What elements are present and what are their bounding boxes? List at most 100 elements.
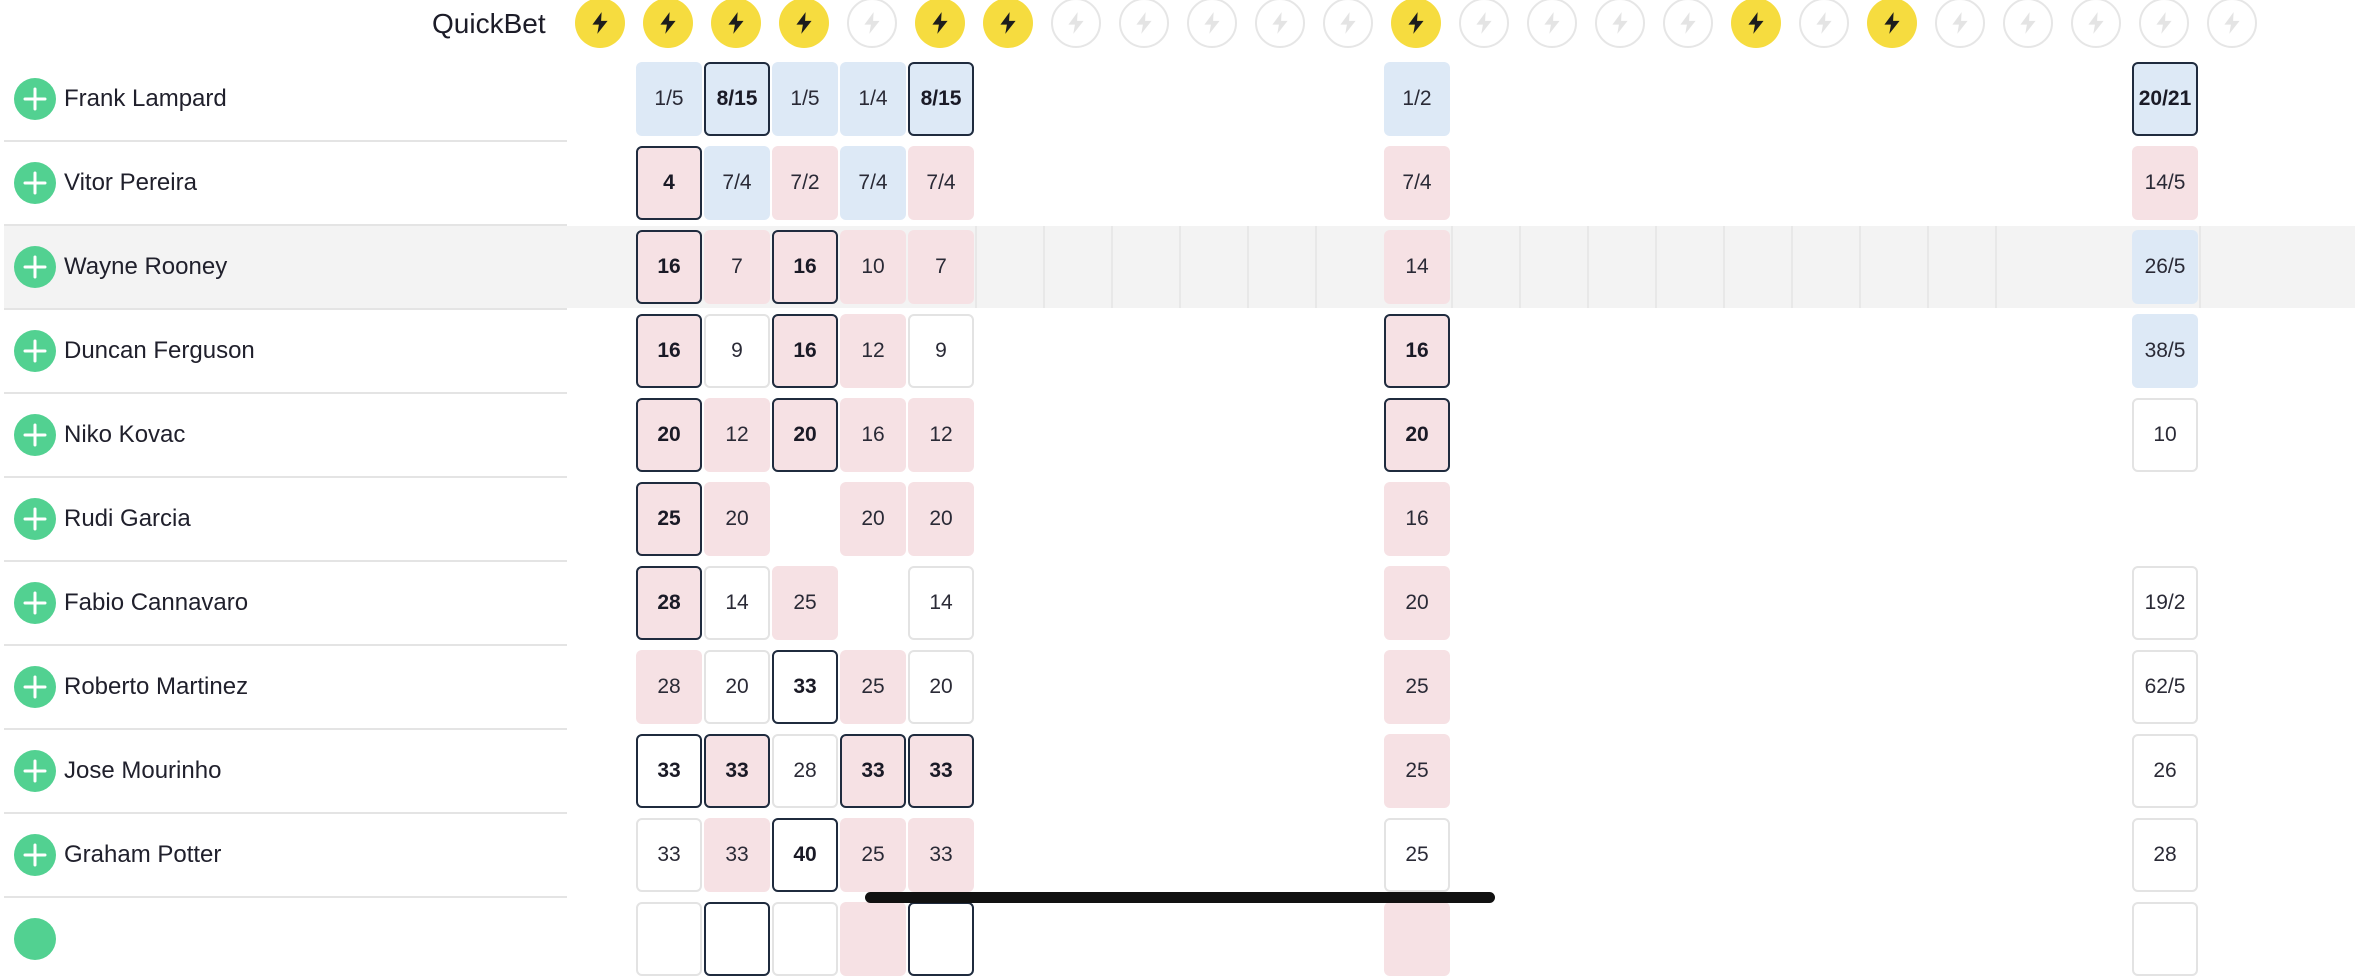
- odds-cell[interactable]: 12: [704, 398, 770, 472]
- odds-cell[interactable]: 38/5: [2132, 314, 2198, 388]
- quickbet-bolt-icon[interactable]: [1051, 0, 1101, 48]
- odds-cell[interactable]: [636, 902, 702, 976]
- add-selection-button[interactable]: [14, 834, 56, 876]
- quickbet-bolt-icon[interactable]: [1391, 0, 1441, 48]
- odds-cell[interactable]: 1/2: [1384, 62, 1450, 136]
- odds-cell[interactable]: 20: [840, 482, 906, 556]
- best-odds-cell[interactable]: 33: [908, 734, 974, 808]
- quickbet-bolt-icon[interactable]: [2003, 0, 2053, 48]
- quickbet-bolt-icon[interactable]: [1323, 0, 1373, 48]
- best-odds-cell[interactable]: 33: [636, 734, 702, 808]
- odds-cell[interactable]: 33: [636, 818, 702, 892]
- best-odds-cell[interactable]: 20: [636, 398, 702, 472]
- odds-cell[interactable]: 14: [1384, 230, 1450, 304]
- quickbet-bolt-icon[interactable]: [779, 0, 829, 48]
- quickbet-bolt-icon[interactable]: [1459, 0, 1509, 48]
- best-odds-cell[interactable]: 20: [772, 398, 838, 472]
- quickbet-bolt-icon[interactable]: [575, 0, 625, 48]
- add-selection-button[interactable]: [14, 750, 56, 792]
- quickbet-bolt-icon[interactable]: [1119, 0, 1169, 48]
- odds-cell[interactable]: 1/4: [840, 62, 906, 136]
- odds-cell[interactable]: 12: [840, 314, 906, 388]
- quickbet-bolt-icon[interactable]: [711, 0, 761, 48]
- home-indicator-bar[interactable]: [865, 892, 1495, 903]
- odds-cell[interactable]: 25: [1384, 734, 1450, 808]
- quickbet-bolt-icon[interactable]: [847, 0, 897, 48]
- odds-cell[interactable]: 26: [2132, 734, 2198, 808]
- quickbet-bolt-icon[interactable]: [2139, 0, 2189, 48]
- odds-cell[interactable]: 20: [704, 650, 770, 724]
- best-odds-cell[interactable]: 16: [636, 230, 702, 304]
- best-odds-cell[interactable]: 25: [636, 482, 702, 556]
- add-selection-button[interactable]: [14, 498, 56, 540]
- best-odds-cell[interactable]: 4: [636, 146, 702, 220]
- odds-cell[interactable]: 12: [908, 398, 974, 472]
- add-selection-button[interactable]: [14, 582, 56, 624]
- odds-cell[interactable]: 26/5: [2132, 230, 2198, 304]
- odds-cell[interactable]: 14/5: [2132, 146, 2198, 220]
- odds-cell[interactable]: 7: [704, 230, 770, 304]
- best-odds-cell[interactable]: 20: [1384, 398, 1450, 472]
- odds-cell[interactable]: [704, 902, 770, 976]
- add-selection-button[interactable]: [14, 918, 56, 960]
- odds-cell[interactable]: 10: [840, 230, 906, 304]
- odds-cell[interactable]: 7/4: [1384, 146, 1450, 220]
- quickbet-bolt-icon[interactable]: [2207, 0, 2257, 48]
- odds-cell[interactable]: 9: [704, 314, 770, 388]
- quickbet-bolt-icon[interactable]: [1731, 0, 1781, 48]
- odds-cell[interactable]: 25: [840, 650, 906, 724]
- odds-cell[interactable]: 9: [908, 314, 974, 388]
- best-odds-cell[interactable]: 33: [772, 650, 838, 724]
- quickbet-bolt-icon[interactable]: [1527, 0, 1577, 48]
- best-odds-cell[interactable]: 8/15: [704, 62, 770, 136]
- odds-cell[interactable]: 28: [772, 734, 838, 808]
- odds-cell[interactable]: 20: [908, 482, 974, 556]
- best-odds-cell[interactable]: 16: [1384, 314, 1450, 388]
- odds-cell[interactable]: [840, 902, 906, 976]
- add-selection-button[interactable]: [14, 414, 56, 456]
- quickbet-bolt-icon[interactable]: [1663, 0, 1713, 48]
- quickbet-bolt-icon[interactable]: [1255, 0, 1305, 48]
- quickbet-bolt-icon[interactable]: [643, 0, 693, 48]
- odds-cell[interactable]: 20: [704, 482, 770, 556]
- quickbet-bolt-icon[interactable]: [983, 0, 1033, 48]
- odds-cell[interactable]: 10: [2132, 398, 2198, 472]
- odds-cell[interactable]: 25: [772, 566, 838, 640]
- add-selection-button[interactable]: [14, 246, 56, 288]
- odds-cell[interactable]: 7/4: [840, 146, 906, 220]
- best-odds-cell[interactable]: 28: [636, 566, 702, 640]
- odds-cell[interactable]: [1384, 902, 1450, 976]
- odds-cell[interactable]: 7/4: [908, 146, 974, 220]
- quickbet-bolt-icon[interactable]: [915, 0, 965, 48]
- add-selection-button[interactable]: [14, 78, 56, 120]
- odds-cell[interactable]: 1/5: [772, 62, 838, 136]
- odds-cell[interactable]: [908, 902, 974, 976]
- best-odds-cell[interactable]: 33: [704, 734, 770, 808]
- odds-cell[interactable]: 25: [1384, 650, 1450, 724]
- odds-cell[interactable]: 25: [840, 818, 906, 892]
- odds-cell[interactable]: 7/4: [704, 146, 770, 220]
- odds-cell[interactable]: 1/5: [636, 62, 702, 136]
- odds-cell[interactable]: 28: [636, 650, 702, 724]
- best-odds-cell[interactable]: 20/21: [2132, 62, 2198, 136]
- odds-cell[interactable]: 19/2: [2132, 566, 2198, 640]
- odds-cell[interactable]: 20: [908, 650, 974, 724]
- best-odds-cell[interactable]: 33: [840, 734, 906, 808]
- best-odds-cell[interactable]: 16: [772, 230, 838, 304]
- odds-cell[interactable]: 20: [1384, 566, 1450, 640]
- odds-cell[interactable]: 25: [1384, 818, 1450, 892]
- odds-cell[interactable]: 33: [704, 818, 770, 892]
- best-odds-cell[interactable]: 40: [772, 818, 838, 892]
- odds-cell[interactable]: [2132, 902, 2198, 976]
- odds-cell[interactable]: 16: [840, 398, 906, 472]
- quickbet-bolt-icon[interactable]: [2071, 0, 2121, 48]
- add-selection-button[interactable]: [14, 162, 56, 204]
- quickbet-bolt-icon[interactable]: [1867, 0, 1917, 48]
- best-odds-cell[interactable]: 8/15: [908, 62, 974, 136]
- odds-cell[interactable]: 14: [704, 566, 770, 640]
- add-selection-button[interactable]: [14, 666, 56, 708]
- quickbet-bolt-icon[interactable]: [1187, 0, 1237, 48]
- odds-cell[interactable]: 16: [1384, 482, 1450, 556]
- odds-cell[interactable]: 62/5: [2132, 650, 2198, 724]
- best-odds-cell[interactable]: 16: [636, 314, 702, 388]
